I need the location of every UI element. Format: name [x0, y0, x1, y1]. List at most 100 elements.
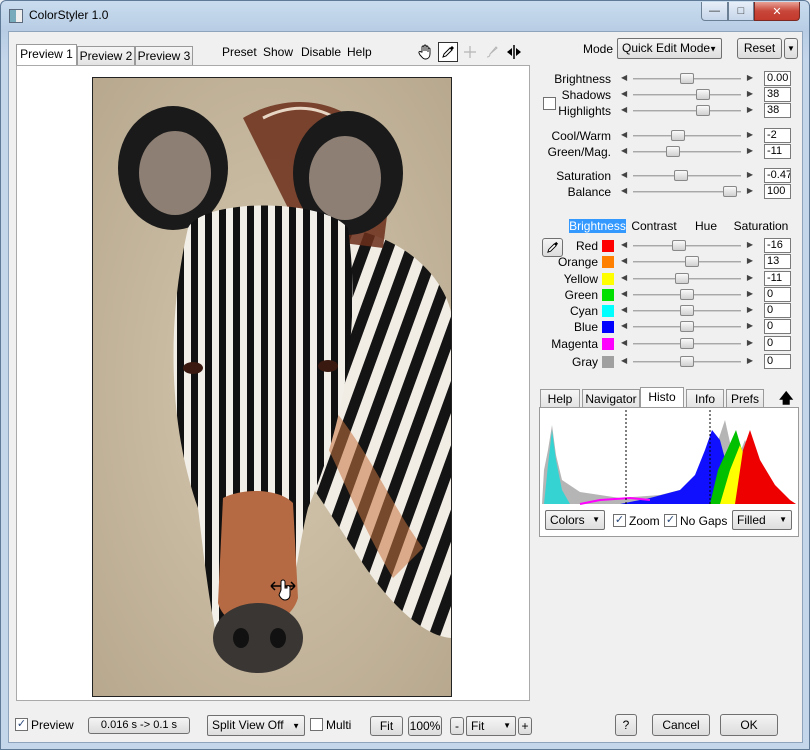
slider-track[interactable] [633, 151, 741, 153]
tab-channel-contrast[interactable]: Contrast [629, 219, 679, 233]
brush-icon[interactable] [482, 42, 502, 62]
reset-menu-button[interactable]: ▼ [784, 38, 798, 59]
slider-track[interactable] [633, 135, 741, 137]
slider-thumb[interactable] [680, 338, 694, 349]
right-arrow-icon[interactable]: ▶ [747, 305, 753, 314]
hand-icon[interactable] [415, 42, 435, 62]
slider-thumb[interactable] [680, 73, 694, 84]
right-arrow-icon[interactable]: ▶ [747, 289, 753, 298]
reset-button[interactable]: Reset [737, 38, 782, 59]
right-arrow-icon[interactable]: ▶ [747, 321, 753, 330]
left-arrow-icon[interactable]: ◀ [621, 289, 627, 298]
histogram-fill-select[interactable]: Filled ▼ [732, 510, 792, 530]
right-arrow-icon[interactable]: ▶ [747, 130, 753, 139]
split-view-select[interactable]: Split View Off ▼ [207, 715, 305, 736]
menu-disable[interactable]: Disable [301, 45, 341, 59]
cool-warm-value-field[interactable]: -2 [764, 128, 791, 143]
saturation-value-field[interactable]: -0.47 [764, 168, 791, 183]
menu-show[interactable]: Show [263, 45, 293, 59]
menu-help[interactable]: Help [347, 45, 372, 59]
cool-warm-slider[interactable]: ◀ ▶ [621, 129, 753, 143]
maximize-button[interactable]: □ [728, 2, 754, 21]
right-arrow-icon[interactable]: ▶ [747, 273, 753, 282]
cyan-slider[interactable]: ◀ ▶ [621, 304, 753, 318]
brightness-slider[interactable]: ◀ ▶ [621, 72, 753, 86]
title-bar[interactable]: ColorStyler 1.0 — □ ✕ [1, 1, 809, 31]
balance-slider[interactable]: ◀ ▶ [621, 185, 753, 199]
eyedropper-icon[interactable] [438, 42, 458, 62]
no-gaps-checkbox[interactable]: ✓ [664, 514, 677, 527]
orange-slider[interactable]: ◀ ▶ [621, 255, 753, 269]
slider-thumb[interactable] [680, 356, 694, 367]
cyan-value-field[interactable]: 0 [764, 303, 791, 318]
left-arrow-icon[interactable]: ◀ [621, 356, 627, 365]
ok-button[interactable]: OK [720, 714, 778, 736]
slider-track[interactable] [633, 110, 741, 112]
left-arrow-icon[interactable]: ◀ [621, 305, 627, 314]
preview-image[interactable] [92, 77, 452, 697]
blue-slider[interactable]: ◀ ▶ [621, 320, 753, 334]
gray-value-field[interactable]: 0 [764, 354, 791, 369]
slider-thumb[interactable] [680, 305, 694, 316]
right-arrow-icon[interactable]: ▶ [747, 186, 753, 195]
slider-thumb[interactable] [672, 240, 687, 251]
red-slider[interactable]: ◀ ▶ [621, 239, 753, 253]
histogram-colors-select[interactable]: Colors ▼ [545, 510, 605, 530]
slider-thumb[interactable] [696, 105, 711, 116]
split-arrows-icon[interactable] [504, 42, 524, 62]
zoom-in-button[interactable]: + [518, 717, 532, 735]
magenta-value-field[interactable]: 0 [764, 336, 791, 351]
green-mag-value-field[interactable]: -11 [764, 144, 791, 159]
tab-channel-hue[interactable]: Hue [691, 219, 721, 233]
right-arrow-icon[interactable]: ▶ [747, 73, 753, 82]
zoom-checkbox[interactable]: ✓ [613, 514, 626, 527]
tab-preview-2[interactable]: Preview 2 [77, 46, 135, 66]
slider-thumb[interactable] [671, 130, 686, 141]
orange-value-field[interactable]: 13 [764, 254, 791, 269]
left-arrow-icon[interactable]: ◀ [621, 89, 627, 98]
shadows-value-field[interactable]: 38 [764, 87, 791, 102]
minimize-button[interactable]: — [701, 2, 728, 21]
gray-slider[interactable]: ◀ ▶ [621, 355, 753, 369]
menu-preset[interactable]: Preset [222, 45, 257, 59]
tab-histo[interactable]: Histo [640, 387, 684, 409]
right-arrow-icon[interactable]: ▶ [747, 256, 753, 265]
channel-eyedropper-button[interactable] [542, 238, 563, 257]
mode-select[interactable]: Quick Edit Mode ▼ [617, 38, 722, 59]
slider-thumb[interactable] [723, 186, 738, 197]
right-arrow-icon[interactable]: ▶ [747, 356, 753, 365]
right-arrow-icon[interactable]: ▶ [747, 89, 753, 98]
left-arrow-icon[interactable]: ◀ [621, 186, 627, 195]
slider-thumb[interactable] [665, 146, 680, 157]
left-arrow-icon[interactable]: ◀ [621, 321, 627, 330]
left-arrow-icon[interactable]: ◀ [621, 130, 627, 139]
tab-channel-brightness[interactable]: Brightness [569, 219, 626, 233]
tab-channel-saturation[interactable]: Saturation [731, 219, 791, 233]
green-value-field[interactable]: 0 [764, 287, 791, 302]
tab-preview-3[interactable]: Preview 3 [135, 46, 193, 66]
close-button[interactable]: ✕ [754, 2, 800, 21]
slider-thumb[interactable] [674, 273, 689, 284]
left-arrow-icon[interactable]: ◀ [621, 73, 627, 82]
right-arrow-icon[interactable]: ▶ [747, 170, 753, 179]
slider-thumb[interactable] [685, 256, 700, 267]
highlights-value-field[interactable]: 38 [764, 103, 791, 118]
left-arrow-icon[interactable]: ◀ [621, 240, 627, 249]
tab-navigator[interactable]: Navigator [582, 389, 640, 408]
slider-track[interactable] [633, 245, 741, 247]
yellow-slider[interactable]: ◀ ▶ [621, 272, 753, 286]
brightness-value-field[interactable]: 0.00 [764, 71, 791, 86]
magenta-slider[interactable]: ◀ ▶ [621, 337, 753, 351]
zoom-out-button[interactable]: - [450, 717, 464, 735]
preview-checkbox[interactable]: ✓ [15, 718, 28, 731]
right-arrow-icon[interactable]: ▶ [747, 105, 753, 114]
tab-info[interactable]: Info [686, 389, 724, 408]
cancel-button[interactable]: Cancel [652, 714, 710, 736]
left-arrow-icon[interactable]: ◀ [621, 146, 627, 155]
right-arrow-icon[interactable]: ▶ [747, 338, 753, 347]
saturation-slider[interactable]: ◀ ▶ [621, 169, 753, 183]
right-arrow-icon[interactable]: ▶ [747, 240, 753, 249]
tab-prefs[interactable]: Prefs [726, 389, 764, 408]
help-button[interactable]: ? [615, 714, 637, 736]
yellow-value-field[interactable]: -11 [764, 271, 791, 286]
